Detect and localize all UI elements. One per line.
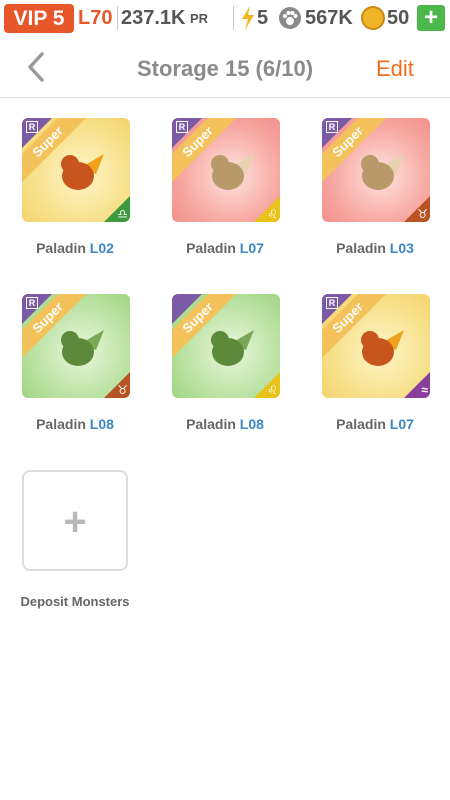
monster-level: L08 xyxy=(239,416,264,432)
monster-portrait-icon xyxy=(361,330,404,366)
nav-bar: Storage 15 (6/10) Edit xyxy=(0,36,450,98)
monster-level: L07 xyxy=(389,416,414,432)
element-sign-icon: ♉ xyxy=(117,383,128,397)
rarity-badge: R xyxy=(26,121,38,133)
vip-badge[interactable]: VIP 5 xyxy=(4,4,74,33)
monster-name: Paladin xyxy=(336,240,386,256)
monster-level: L02 xyxy=(89,240,114,256)
divider xyxy=(117,6,118,30)
monster-label: Paladin L07 xyxy=(150,240,300,256)
monster-level: L03 xyxy=(389,240,414,256)
rarity-badge: R xyxy=(176,121,188,133)
monster-label: Paladin L08 xyxy=(0,416,150,432)
element-sign-icon: ♎ xyxy=(117,207,128,221)
monster-level: L08 xyxy=(89,416,114,432)
rarity-badge: R xyxy=(26,297,38,309)
status-bar: VIP 5 L70 237.1K PR 5 567K 50 + xyxy=(0,0,450,36)
energy-bolt-icon xyxy=(242,6,254,30)
player-level: L70 xyxy=(78,7,113,29)
monster-portrait-icon xyxy=(361,154,404,190)
element-sign-icon: ♌ xyxy=(267,207,278,221)
monster-label: Paladin L07 xyxy=(300,416,450,432)
monster-label: Paladin L02 xyxy=(0,240,150,256)
monster-portrait-icon xyxy=(61,154,104,190)
element-sign-icon: ≈ xyxy=(421,383,428,397)
rarity-badge: R xyxy=(326,121,338,133)
monster-label: Paladin L03 xyxy=(300,240,450,256)
monster-portrait-icon xyxy=(211,154,254,190)
monster-name: Paladin xyxy=(336,416,386,432)
monster-card[interactable]: Super R ♌ xyxy=(172,118,280,222)
monster-name: Paladin xyxy=(186,240,236,256)
monster-level: L07 xyxy=(239,240,264,256)
power-rating-unit: PR xyxy=(190,11,209,26)
monster-portrait-icon xyxy=(61,330,104,366)
element-sign-icon: ♉ xyxy=(417,207,428,221)
monster-card[interactable]: Super R ≈ xyxy=(322,294,430,398)
gem-value: 50 xyxy=(387,7,410,29)
food-value: 567K xyxy=(305,7,353,29)
monster-card[interactable]: Super R ♉ xyxy=(322,118,430,222)
edit-button[interactable]: Edit xyxy=(376,56,414,82)
deposit-monsters-label: Deposit Monsters xyxy=(20,594,130,609)
monster-card[interactable]: Super R ♎ xyxy=(22,118,130,222)
rarity-badge: R xyxy=(326,297,338,309)
add-currency-button[interactable]: + xyxy=(417,5,445,31)
monster-label: Paladin L08 xyxy=(150,416,300,432)
gem-coin-icon xyxy=(361,6,385,30)
monster-name: Paladin xyxy=(36,240,86,256)
monster-card[interactable]: Super ♌ xyxy=(172,294,280,398)
deposit-monsters-button[interactable]: + xyxy=(22,470,128,571)
element-sign-icon: ♌ xyxy=(267,383,278,397)
energy-value: 5 xyxy=(257,7,269,29)
monster-name: Paladin xyxy=(186,416,236,432)
monster-name: Paladin xyxy=(36,416,86,432)
divider xyxy=(233,6,234,30)
monster-card[interactable]: Super R ♉ xyxy=(22,294,130,398)
plus-icon: + xyxy=(63,500,87,544)
power-rating-value: 237.1K xyxy=(121,7,186,29)
monster-portrait-icon xyxy=(211,330,254,366)
paw-icon xyxy=(279,7,301,29)
